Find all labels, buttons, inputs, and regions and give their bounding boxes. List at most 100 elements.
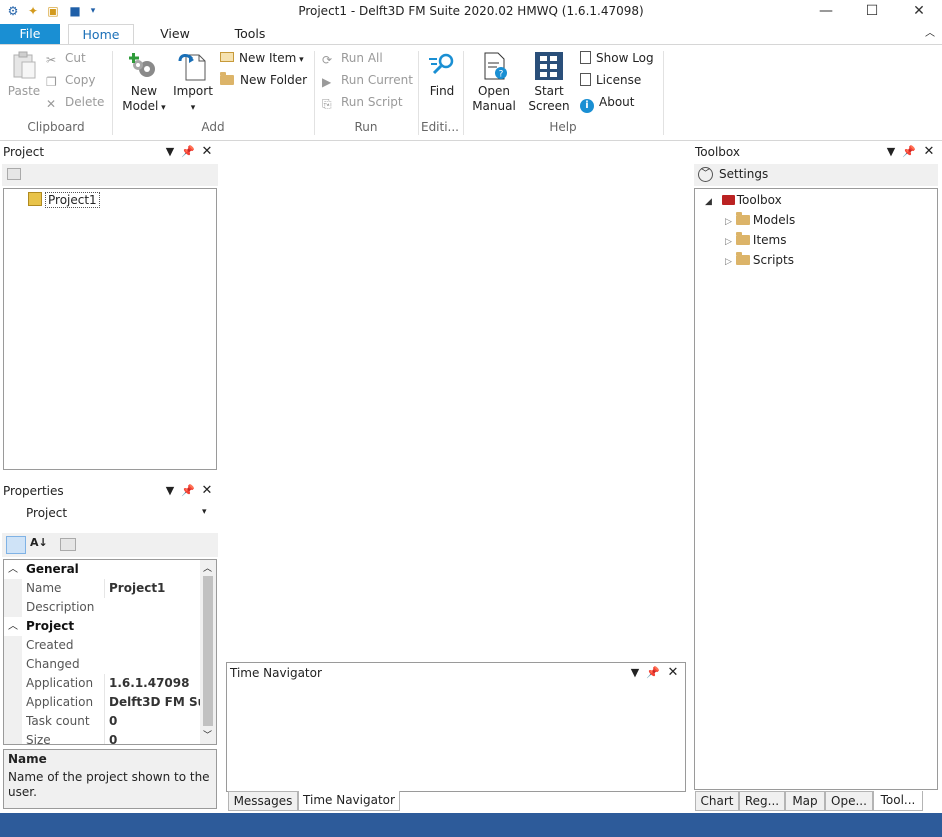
new-model-button[interactable]: New Model ▾ [118,51,170,116]
about-label: About [599,95,635,109]
group-separator [663,51,664,135]
license-button[interactable]: License [580,71,641,89]
start-screen-button[interactable]: Start Screen [524,51,574,114]
start-screen-label-1: Start [534,84,564,98]
panel-menu-dropdown-icon[interactable]: ▼ [162,481,178,501]
run-current-button[interactable]: ▶ Run Current [322,71,413,89]
group-label-run: Run [354,120,378,134]
close-icon[interactable]: ✕ [921,142,937,162]
collapse-all-icon[interactable] [7,168,21,180]
tab-view[interactable]: View [150,24,200,45]
property-row[interactable]: Application 1.6.1.47098 [4,674,200,693]
new-folder-label: New Folder [240,73,308,87]
start-screen-icon [535,52,563,80]
find-button[interactable]: Find [422,51,462,99]
tree-item-project1[interactable]: Project1 [28,191,100,209]
import-button[interactable]: Import ▾ [170,51,216,116]
panel-menu-dropdown-icon[interactable]: ▼ [627,663,643,683]
cut-button[interactable]: ✂ Cut [46,49,86,67]
new-item-label: New Item [239,51,297,65]
paste-icon [13,51,36,79]
project-tree: Project1 [3,188,217,470]
new-folder-button[interactable]: New Folder [220,71,307,89]
run-script-button[interactable]: ⎘ Run Script [322,93,403,111]
tree-item-toolbox[interactable]: ◢ Toolbox [705,191,782,209]
tree-item-scripts[interactable]: ▷ Scripts [725,251,794,269]
tab-file[interactable]: File [0,24,60,45]
minimize-button[interactable]: — [803,0,849,24]
property-row[interactable]: Name Project1 [4,579,200,598]
maximize-button[interactable]: ☐ [849,0,895,24]
open-manual-label-2: Manual [472,99,516,113]
tab-messages[interactable]: Messages [228,791,298,811]
sort-alphabetical-icon[interactable]: A↓ [30,536,48,549]
copy-button[interactable]: ❐ Copy [46,71,95,89]
scroll-up-icon[interactable]: ︿ [203,561,212,574]
tab-tools[interactable]: Tools [224,24,276,45]
new-model-label-1: New [130,84,158,98]
show-log-button[interactable]: Show Log [580,49,654,67]
scroll-down-icon[interactable]: ﹀ [203,728,212,741]
pin-icon[interactable]: 📌 [180,481,196,501]
paste-button[interactable]: Paste [6,51,42,99]
start-screen-label-2: Screen [528,99,570,113]
vertical-scrollbar[interactable]: ︿ ﹀ [200,560,216,744]
pin-icon[interactable]: 📌 [645,663,661,683]
tab-chart[interactable]: Chart [695,791,739,811]
tree-item-items[interactable]: ▷ Items [725,231,787,249]
paste-label: Paste [7,84,41,98]
property-row[interactable]: ApplicationDelft3D FM Suite [4,693,200,712]
collapse-chevron-icon: ︿ [8,564,18,575]
delete-button[interactable]: ✕ Delete [46,93,104,111]
property-row[interactable]: Size 0 [4,731,200,744]
property-row[interactable]: Description [4,598,200,617]
tab-map[interactable]: Map [785,791,825,811]
property-pages-icon[interactable] [60,538,76,551]
license-icon [580,73,591,86]
tab-home[interactable]: Home [68,24,134,45]
tab-open-views[interactable]: Ope... [825,791,873,811]
folder-label: Items [752,233,787,247]
pin-icon[interactable]: 📌 [901,142,917,162]
collapsed-chevron-icon: ▷ [725,257,732,267]
tab-toolbox[interactable]: Tool... [873,791,923,811]
category-general[interactable]: ︿ General [4,560,200,579]
folder-icon [735,252,750,265]
close-button[interactable]: ✕ [896,0,942,24]
toolbox-panel-title: Toolbox [695,145,740,159]
panel-menu-dropdown-icon[interactable]: ▼ [883,142,899,162]
delete-label: Delete [65,95,105,109]
category-project[interactable]: ︿ Project [4,617,200,636]
folder-label: Scripts [752,253,794,267]
script-icon: ⎘ [322,97,332,111]
folder-icon [735,212,750,225]
collapse-chevron-icon: ︿ [8,621,18,632]
toolbox-settings-bar[interactable]: ﹀ Settings [694,164,938,186]
property-row[interactable]: Task count 0 [4,712,200,731]
scrollbar-thumb[interactable] [203,576,213,726]
close-icon[interactable]: ✕ [199,481,215,501]
new-item-button[interactable]: New Item ▾ [220,49,304,67]
svg-text:?: ? [499,70,504,80]
close-icon[interactable]: ✕ [199,142,215,162]
find-icon [429,53,454,75]
about-button[interactable]: i About [580,93,635,113]
collapse-ribbon-icon[interactable]: ︿ [922,24,938,45]
categorized-icon[interactable] [6,536,26,554]
run-all-label: Run All [341,51,383,65]
project-panel: Project ▼ 📌 ✕ Project1 [0,142,220,472]
play-icon: ▶ [322,75,332,89]
property-row[interactable]: Changed [4,655,200,674]
pin-icon[interactable]: 📌 [180,142,196,162]
tree-item-models[interactable]: ▷ Models [725,211,795,229]
open-manual-button[interactable]: ? Open Manual [468,51,520,114]
run-all-button[interactable]: ⟳ Run All [322,49,383,67]
group-label-clipboard: Clipboard [27,120,85,134]
object-selector[interactable]: Project ▾ [4,503,216,525]
property-row[interactable]: Created [4,636,200,655]
close-icon[interactable]: ✕ [665,663,681,683]
tab-region[interactable]: Reg... [739,791,785,811]
tab-time-navigator[interactable]: Time Navigator [298,791,400,811]
panel-menu-dropdown-icon[interactable]: ▼ [162,142,178,162]
toolbox-panel: Toolbox ▼ 📌 ✕ ﹀ Settings ◢ Toolbox ▷ Mode… [693,142,942,792]
